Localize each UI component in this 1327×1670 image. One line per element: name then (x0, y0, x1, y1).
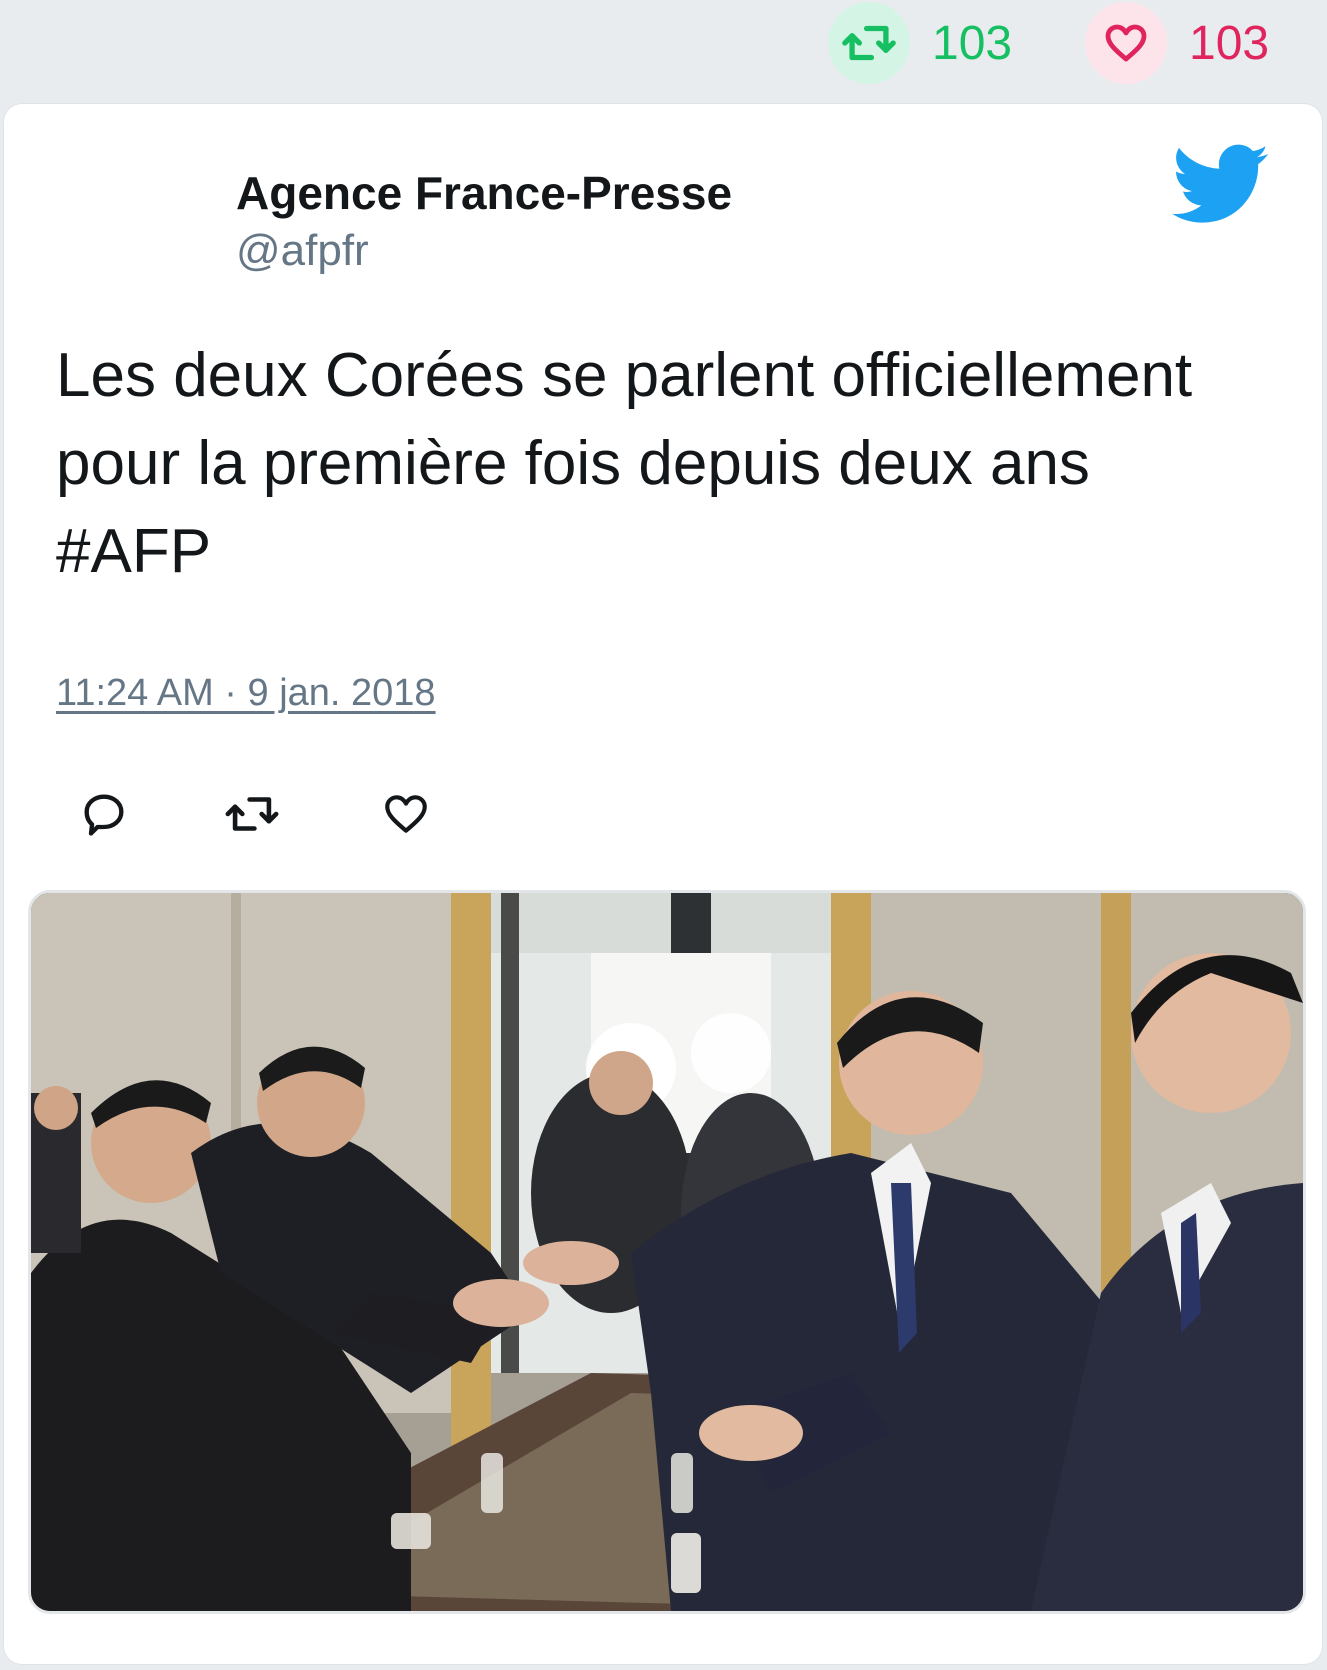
retweet-count-value: 103 (932, 16, 1013, 70)
author-handle[interactable]: @afpfr (236, 226, 369, 276)
reply-button[interactable] (74, 784, 134, 844)
heart-icon (385, 795, 427, 833)
retweet-icon (225, 797, 279, 831)
like-button[interactable] (376, 784, 436, 844)
tweet-text: Les deux Corées se parlent officiellemen… (56, 341, 1193, 586)
tweet-card: Agence France-Presse @afpfr Les deux Cor… (4, 104, 1322, 1664)
reply-icon (84, 794, 124, 836)
author-name[interactable]: Agence France-Presse (236, 166, 732, 220)
tweet-timestamp[interactable]: 11:24 AM · 9 jan. 2018 (56, 672, 436, 715)
tweet-photo[interactable] (28, 890, 1306, 1614)
heart-icon[interactable] (1085, 2, 1167, 84)
engagement-bar: 103 103 (0, 0, 1327, 100)
like-count[interactable]: 103 (1085, 2, 1269, 84)
retweet-button[interactable] (222, 784, 282, 844)
retweet-count[interactable]: 103 (828, 2, 1012, 84)
twitter-bird-icon[interactable] (1172, 144, 1270, 226)
like-count-value: 103 (1189, 16, 1270, 70)
retweet-icon[interactable] (828, 2, 910, 84)
